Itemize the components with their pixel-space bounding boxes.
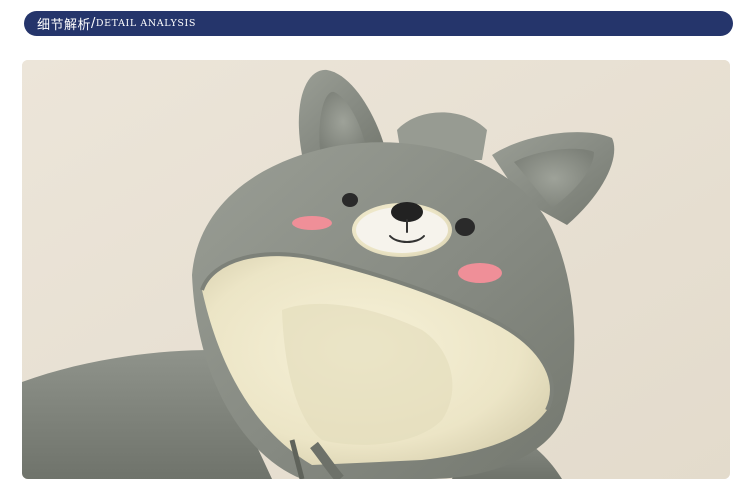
detail-page: 细节解析 / DETAIL ANALYSIS: [0, 0, 750, 488]
right-blush: [458, 263, 502, 283]
section-title-zh: 细节解析: [37, 18, 92, 33]
section-header-banner: 细节解析 / DETAIL ANALYSIS: [24, 11, 733, 36]
section-title-en: DETAIL ANALYSIS: [95, 18, 196, 29]
product-detail-photo: [22, 60, 730, 479]
left-eye: [342, 193, 358, 207]
left-blush: [292, 216, 332, 230]
hood-illustration: [22, 60, 730, 479]
right-eye: [455, 218, 475, 236]
